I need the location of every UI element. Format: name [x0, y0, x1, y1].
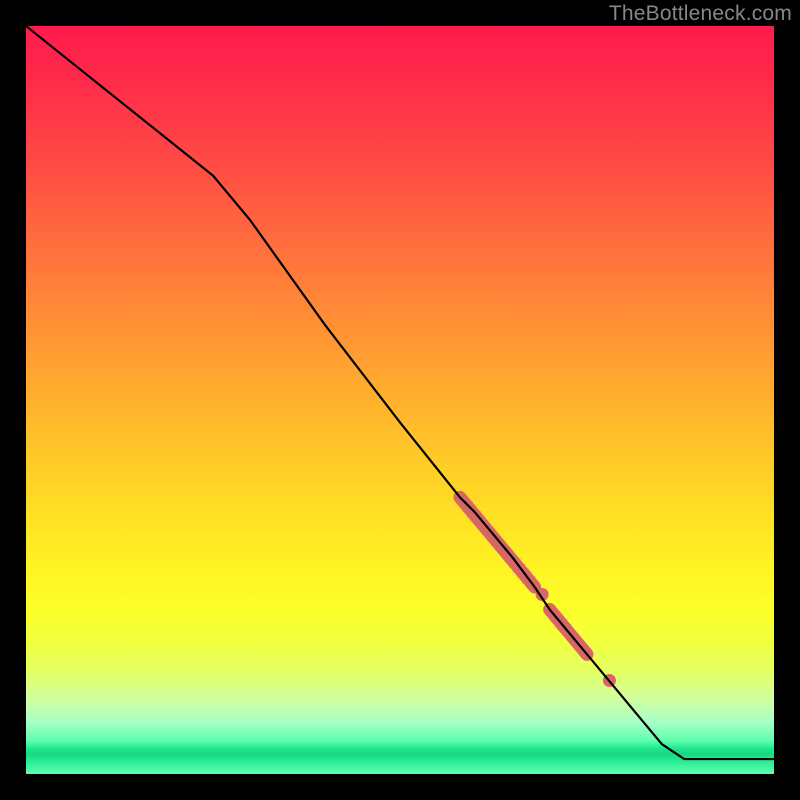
chart-svg: [26, 26, 774, 774]
bottleneck-curve: [26, 26, 774, 759]
watermark-text: TheBottleneck.com: [609, 2, 792, 26]
chart-frame: TheBottleneck.com: [0, 0, 800, 800]
line-layer: [26, 26, 774, 759]
plot-area: [26, 26, 774, 774]
